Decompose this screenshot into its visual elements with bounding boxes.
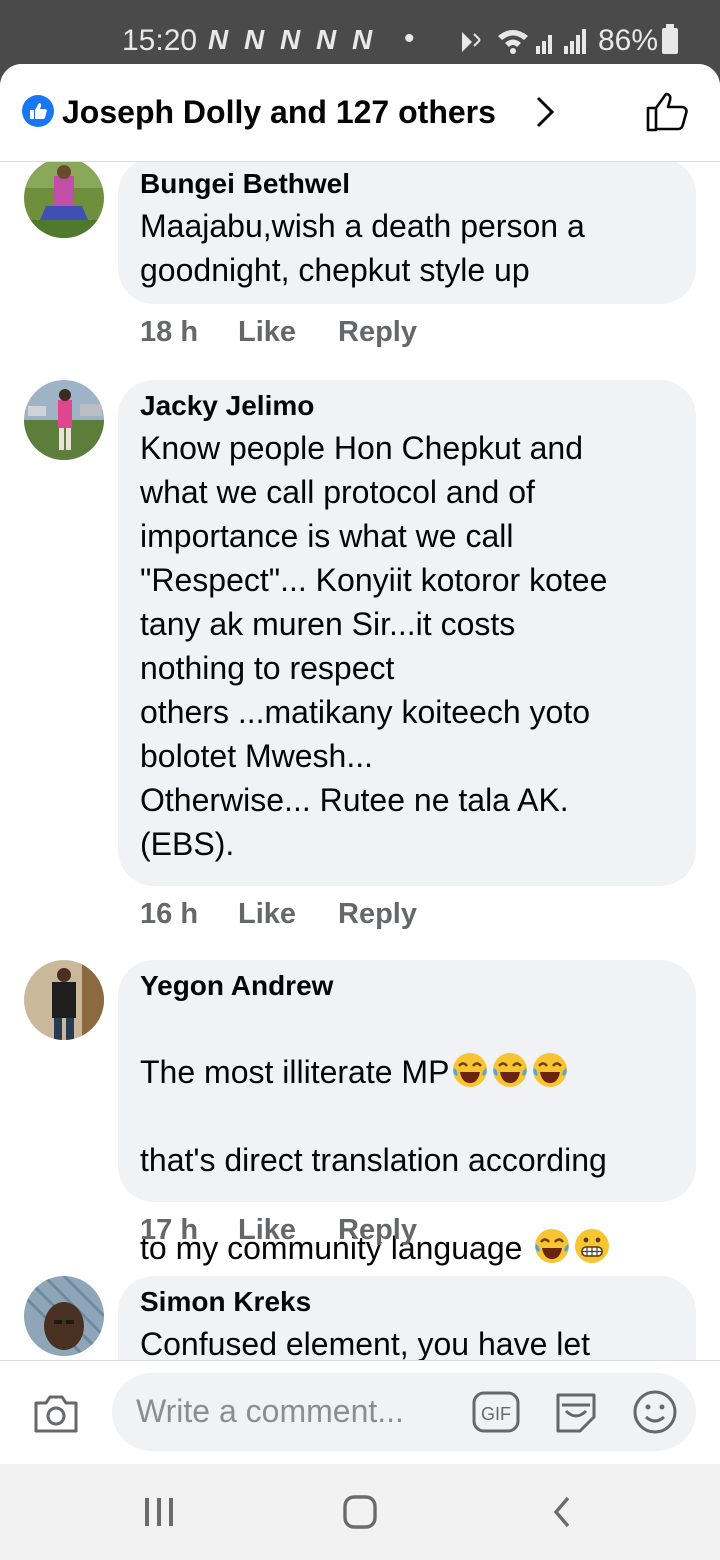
comment-author[interactable]: Simon Kreks (140, 1282, 674, 1322)
like-badge-icon (22, 95, 54, 127)
like-button[interactable]: Like (238, 316, 296, 349)
comment-composer: Write a comment... GIF (0, 1360, 720, 1464)
back-icon[interactable] (550, 1494, 574, 1530)
status-time: 15:20 (122, 24, 198, 57)
notification-icons: N N N N N (208, 24, 377, 55)
reply-button[interactable]: Reply (338, 1214, 417, 1247)
avatar[interactable] (24, 380, 104, 460)
comment-text: Know people Hon Chepkut and what we call… (140, 430, 608, 862)
comment-text: Confused element, you have let (140, 1326, 591, 1362)
signal-wifi-icon (462, 29, 586, 54)
reply-button[interactable]: Reply (338, 316, 417, 349)
reply-button[interactable]: Reply (338, 898, 417, 931)
comment-time: 16 h (140, 898, 199, 930)
battery-percent: 86% (598, 24, 659, 57)
reactions-summary[interactable]: Joseph Dolly and 127 others (62, 94, 496, 131)
comment-bubble[interactable]: Bungei Bethwel Maajabu,wish a death pers… (118, 162, 696, 304)
smiley-icon[interactable] (632, 1389, 678, 1435)
tears-of-joy-emoji (453, 1053, 488, 1087)
comment-text-line: that's direct translation according (140, 1142, 607, 1178)
grimacing-emoji (575, 1229, 610, 1263)
comment-text: Maajabu,wish a death person a goodnight,… (140, 208, 585, 288)
home-icon[interactable] (342, 1494, 378, 1530)
tears-of-joy-emoji (535, 1229, 570, 1263)
like-button[interactable]: Like (238, 898, 296, 931)
comment-time: 17 h (140, 1214, 199, 1246)
chevron-right-icon[interactable] (534, 94, 558, 130)
comment-author[interactable]: Bungei Bethwel (140, 164, 674, 204)
thumbs-up-icon[interactable] (644, 90, 692, 134)
battery-icon (662, 24, 678, 54)
avatar[interactable] (24, 1276, 104, 1356)
comment-bubble[interactable]: Jacky Jelimo Know people Hon Chepkut and… (118, 380, 696, 886)
sticker-icon[interactable] (552, 1389, 600, 1435)
system-nav-bar (0, 1464, 720, 1560)
svg-text:GIF: GIF (481, 1404, 511, 1424)
status-dot: • (404, 22, 415, 55)
sheet-header: Joseph Dolly and 127 others (0, 64, 720, 162)
avatar[interactable] (24, 162, 104, 238)
comment-bubble[interactable]: Simon Kreks Confused element, you have l… (118, 1276, 696, 1362)
comment-author[interactable]: Yegon Andrew (140, 966, 674, 1006)
comment-input[interactable]: Write a comment... GIF (112, 1373, 696, 1451)
comment-text-line: to my community language (140, 1230, 532, 1266)
recent-apps-icon[interactable] (143, 1496, 175, 1528)
gif-icon[interactable]: GIF (472, 1391, 520, 1433)
avatar[interactable] (24, 960, 104, 1040)
comment-time: 18 h (140, 316, 199, 348)
comment-bubble[interactable]: Yegon Andrew The most illiterate MP that… (118, 960, 696, 1351)
comment-input-placeholder: Write a comment... (136, 1393, 404, 1429)
tears-of-joy-emoji (533, 1053, 568, 1087)
comment-author[interactable]: Jacky Jelimo (140, 386, 674, 426)
reactions-sheet: Joseph Dolly and 127 others Bungei Bethw… (0, 64, 720, 1560)
comments-list[interactable]: Bungei Bethwel Maajabu,wish a death pers… (0, 162, 720, 1362)
camera-icon[interactable] (32, 1391, 80, 1435)
like-button[interactable]: Like (238, 1214, 296, 1247)
tears-of-joy-emoji (493, 1053, 528, 1087)
comment-text-line: The most illiterate MP (140, 1054, 450, 1090)
